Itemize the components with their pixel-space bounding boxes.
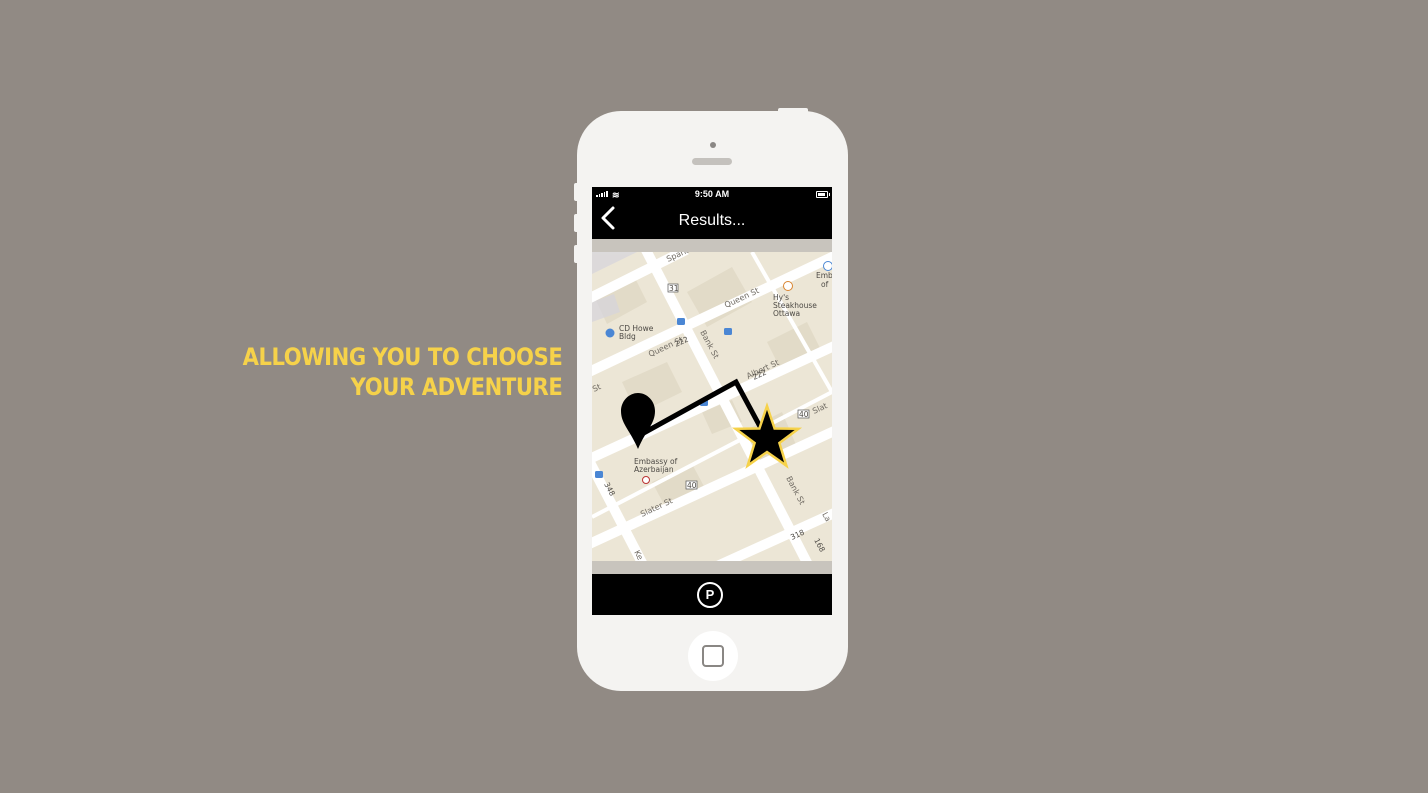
tab-bar: P [592,575,832,615]
back-button[interactable] [598,205,620,231]
nav-bar: Results... [592,201,832,239]
map-canvas: Sparks Queen St Queen St Bank St Albert … [592,252,832,561]
street-label-bank-bottom: Bank St [784,475,806,506]
poi-embassy-right-2: of [821,280,829,289]
parking-button[interactable]: P [697,582,723,608]
poi-cd-howe-2: Bldg [619,332,636,341]
poi-azerbaijan-2: Azerbaijan [634,465,674,474]
status-bar: ≋ 9:50 AM [592,187,832,201]
front-camera [710,142,716,148]
route-40a: 40 [799,410,809,419]
street-label-st-left: St [592,382,602,394]
tagline-line-2: YOUR ADVENTURE [350,373,562,401]
street-label-sparks: Sparks [665,252,693,264]
page-title: Results... [678,212,746,229]
status-time: 9:50 AM [694,189,730,199]
route-40b: 40 [687,481,697,490]
route-168: 168 [812,537,827,554]
tagline: ALLOWING YOU TO CHOOSE YOUR ADVENTURE [242,342,562,402]
tagline-line-1: ALLOWING YOU TO CHOOSE [242,343,562,371]
parking-icon: P [705,587,715,602]
phone-frame: ≋ 9:50 AM Results... Sparks Queen St Que… [577,111,848,691]
route-31: 31 [669,284,679,293]
battery-icon [816,191,830,198]
map-view[interactable]: Sparks Queen St Queen St Bank St Albert … [592,252,832,561]
phone-screen: ≋ 9:50 AM Results... Sparks Queen St Que… [592,187,832,615]
earpiece-speaker [692,158,732,165]
map-footer-band [592,561,832,574]
poi-hys-3: Ottawa [773,309,800,318]
chevron-left-icon [601,206,615,230]
home-square-icon [702,645,724,667]
map-header-band [592,239,832,252]
home-button[interactable] [688,631,738,681]
poi-embassy-right-1: Emb [816,271,832,280]
